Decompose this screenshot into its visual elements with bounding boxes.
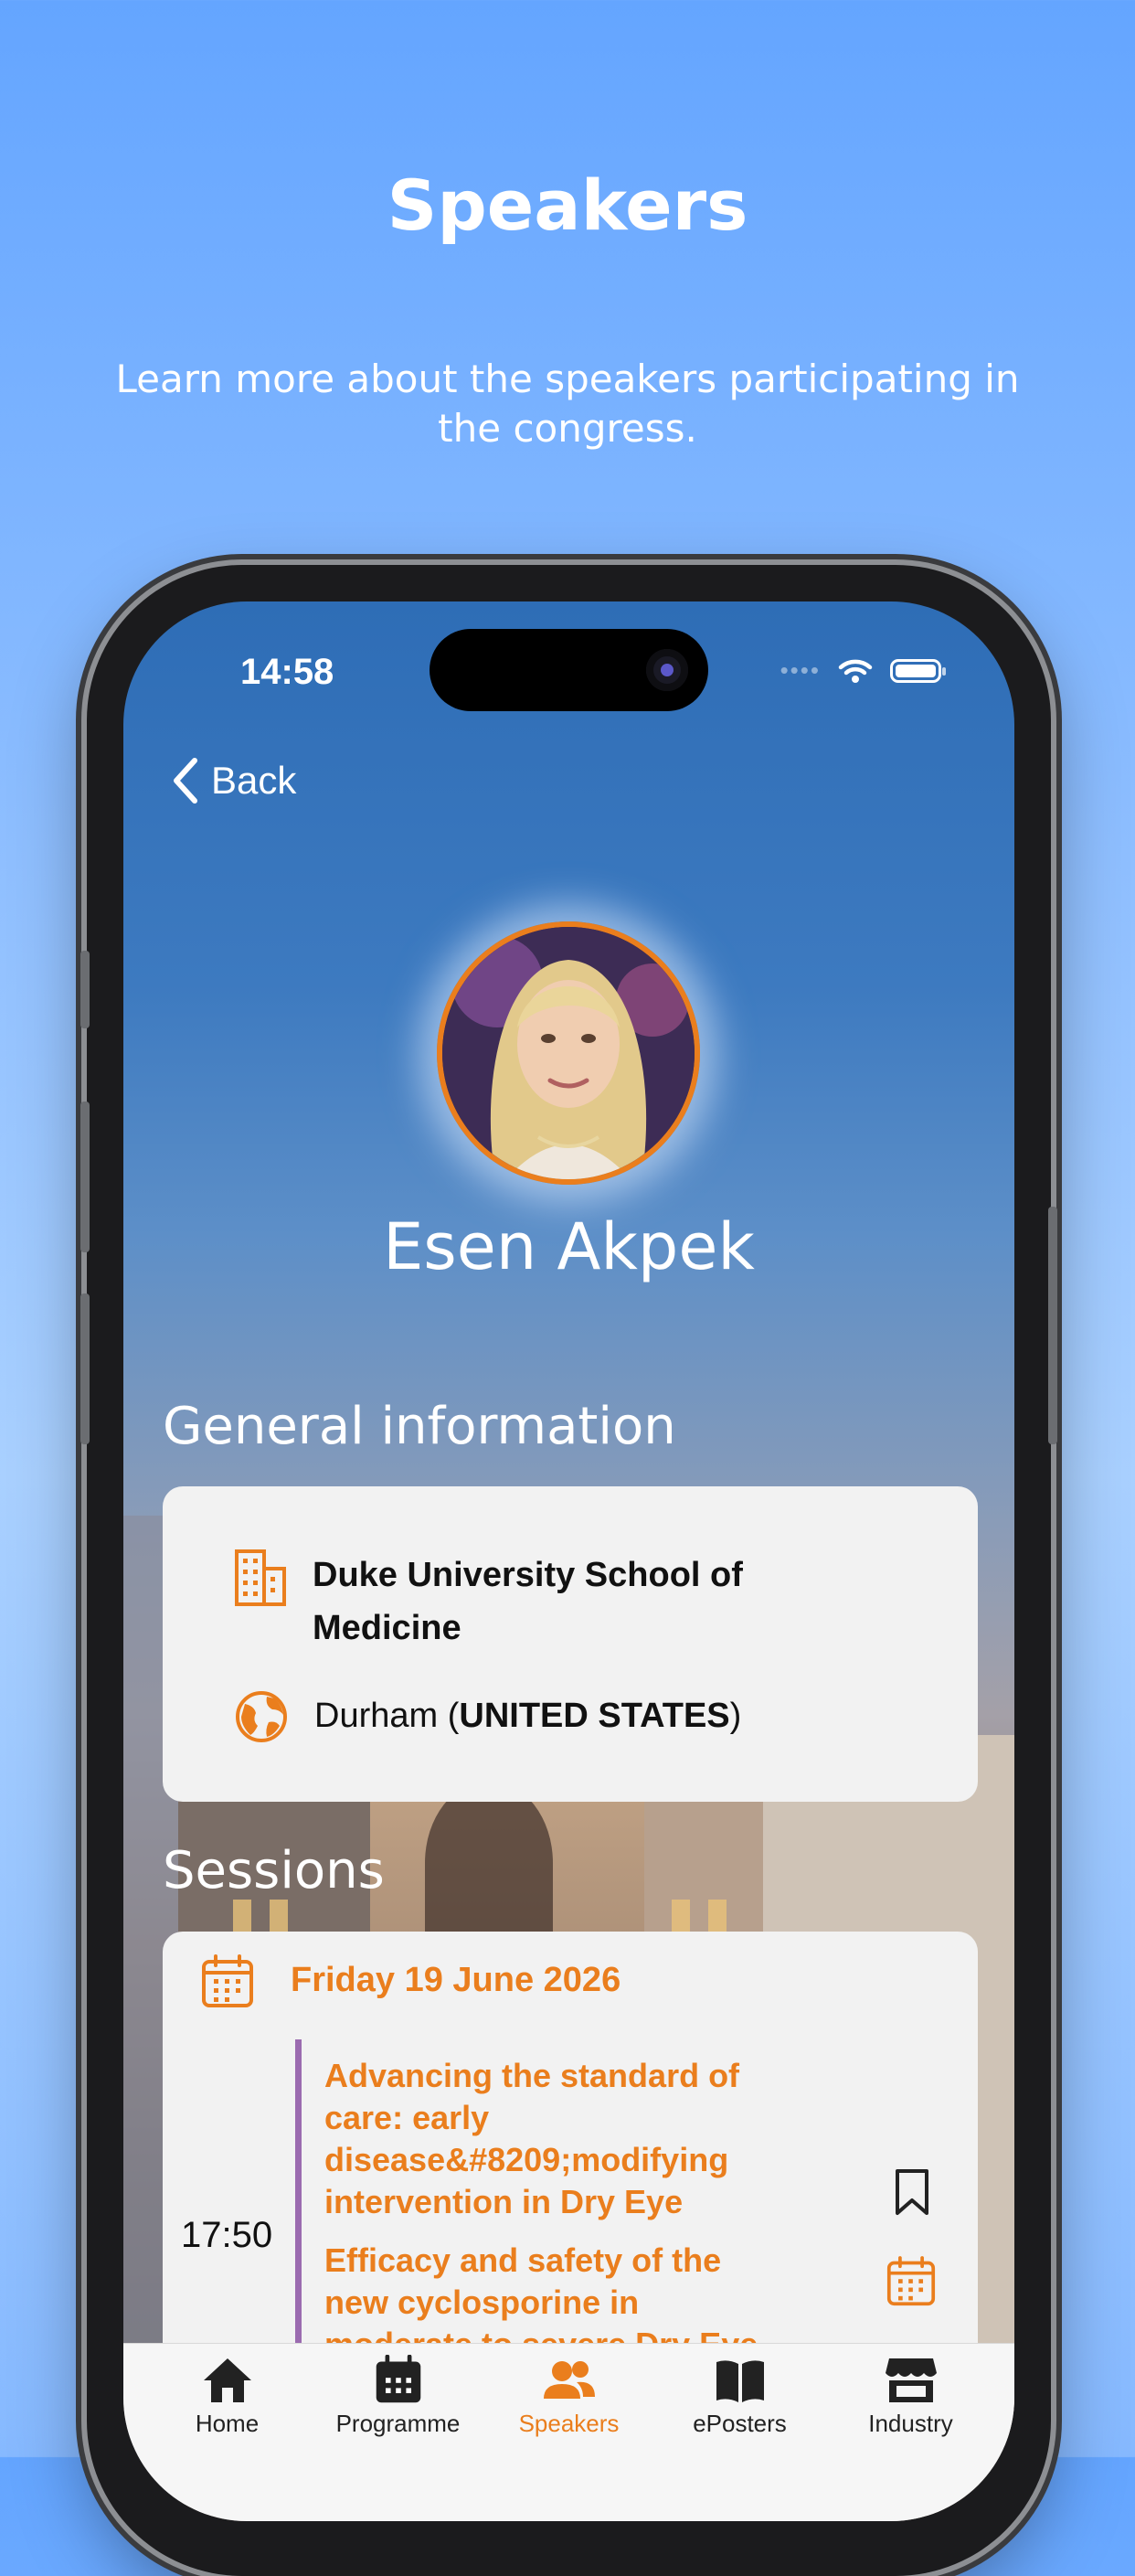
camera-icon <box>646 649 688 691</box>
bookmark-icon[interactable] <box>894 2167 930 2217</box>
phone-mute-button <box>80 951 90 1028</box>
tab-label: Programme <box>335 2410 461 2437</box>
tab-label: Speakers <box>518 2410 620 2437</box>
battery-icon <box>890 658 946 683</box>
tab-label: Industry <box>868 2410 953 2437</box>
tab-programme[interactable]: Programme <box>316 2344 481 2521</box>
status-indicators: •••• <box>780 656 946 685</box>
calendar-icon <box>376 2355 420 2403</box>
phone-power-button <box>1048 1207 1057 1444</box>
tab-label: Home <box>195 2410 260 2437</box>
phone-volume-down-button <box>80 1293 90 1444</box>
calendar-icon <box>202 1954 253 2007</box>
wifi-icon <box>838 659 873 683</box>
session-time: 17:50 <box>181 2215 273 2255</box>
speaker-avatar <box>437 921 700 1185</box>
app-screen: 14:58 •••• Back Esen Akpek General infor… <box>123 601 1014 2521</box>
general-information-title: General information <box>163 1397 676 1456</box>
home-icon <box>203 2358 251 2402</box>
session-titles: Advancing the standard of care: early di… <box>324 2055 790 2366</box>
session-title[interactable]: Advancing the standard of care: early di… <box>324 2055 790 2223</box>
location-row: Durham (UNITED STATES) <box>234 1689 741 1744</box>
dynamic-island <box>430 629 708 711</box>
tab-label: ePosters <box>693 2410 787 2437</box>
signal-icon: •••• <box>780 656 821 684</box>
book-icon <box>716 2360 764 2402</box>
page-title: Speakers <box>387 165 748 246</box>
page-subtitle: Learn more about the speakers participat… <box>115 357 1020 451</box>
store-icon <box>885 2358 937 2402</box>
status-time: 14:58 <box>240 652 334 692</box>
institution-name: Duke University School of Medicine <box>313 1556 743 1647</box>
tab-industry[interactable]: Industry <box>829 2344 993 2521</box>
chevron-left-icon <box>174 758 197 804</box>
location-text: Durham (UNITED STATES) <box>314 1697 742 1735</box>
session-card[interactable]: Friday 19 June 2026 17:50 Advancing the … <box>163 1932 978 2407</box>
speaker-portrait-image <box>442 927 695 1179</box>
globe-icon <box>236 1691 287 1742</box>
tab-home[interactable]: Home <box>145 2344 310 2521</box>
phone-volume-up-button <box>80 1102 90 1252</box>
session-date: Friday 19 June 2026 <box>291 1961 621 1999</box>
building-icon <box>235 1549 286 1606</box>
session-color-bar <box>295 2039 302 2368</box>
country-name: UNITED STATES <box>459 1697 730 1735</box>
city-name: Durham <box>314 1697 439 1735</box>
tab-bar: Home Programme Speakers ePosters Industr… <box>123 2343 1014 2521</box>
institution-row: Duke University School of Medicine <box>234 1549 788 1655</box>
sessions-title: Sessions <box>163 1841 385 1900</box>
back-button[interactable]: Back <box>171 757 296 804</box>
back-label: Back <box>211 759 297 802</box>
tab-eposters[interactable]: ePosters <box>658 2344 822 2521</box>
speaker-name: Esen Akpek <box>383 1209 755 1284</box>
tab-speakers[interactable]: Speakers <box>487 2344 652 2521</box>
add-to-calendar-icon[interactable] <box>886 2256 936 2307</box>
people-icon <box>543 2361 595 2399</box>
general-information-card: Duke University School of Medicine Durha… <box>163 1486 978 1802</box>
